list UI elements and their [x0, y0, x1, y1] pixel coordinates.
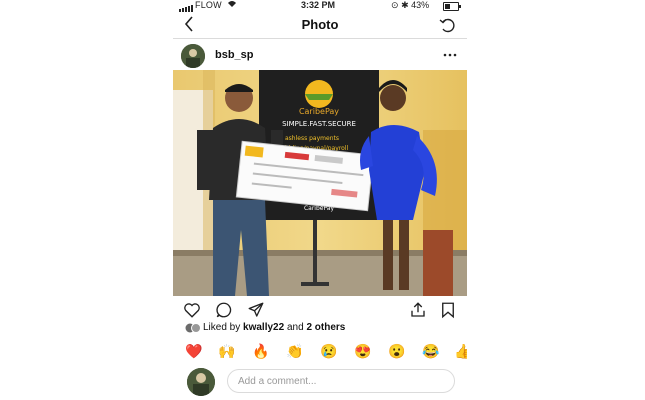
likes-prefix: Liked by [203, 322, 244, 333]
battery-icon [443, 2, 461, 11]
upload-button[interactable] [409, 301, 427, 319]
heart-icon [184, 303, 200, 318]
nav-bar: Photo [173, 12, 467, 39]
carrier-name: FLOW [195, 0, 222, 10]
battery-level [445, 4, 450, 9]
emoji-bar: ❤️ 🙌 🔥 👏 😢 😍 😮 😂 👍 [173, 340, 467, 362]
avatar[interactable] [181, 44, 205, 68]
refresh-button[interactable] [439, 16, 457, 34]
comment-composer: Add a comment... [173, 366, 467, 400]
status-time: 3:32 PM [301, 0, 336, 10]
banner-brand: CaribePay [299, 107, 339, 116]
battery-percent: 43% [411, 0, 430, 10]
likes-summary: Liked by kwally22 and 2 others [173, 322, 467, 336]
phone-screen: FLOW 3:32 PM ⊙ ✱ 43% Photo bsb_sp Caribe… [173, 0, 467, 400]
upload-icon [411, 302, 425, 317]
comment-button[interactable] [215, 301, 233, 319]
emoji-cry[interactable]: 😢 [320, 342, 338, 360]
signal-icon [179, 2, 194, 12]
like-button[interactable] [183, 301, 201, 319]
post-image: CaribePay SIMPLE.FAST.SECURE ashless pay… [173, 70, 467, 296]
liker-username[interactable]: kwally22 [243, 322, 284, 333]
likes-others[interactable]: 2 others [306, 322, 345, 333]
status-bar: FLOW 3:32 PM ⊙ ✱ 43% [173, 0, 467, 12]
emoji-raised-hands[interactable]: 🙌 [218, 342, 236, 360]
banner-tagline: SIMPLE.FAST.SECURE [282, 120, 356, 128]
bookmark-icon [442, 302, 454, 319]
share-button[interactable] [247, 301, 265, 319]
comment-input[interactable]: Add a comment... [227, 369, 455, 393]
page-title: Photo [301, 17, 339, 32]
emoji-heart[interactable]: ❤️ [185, 342, 203, 360]
refresh-icon [439, 18, 455, 33]
likes-middle: and [284, 322, 307, 333]
save-button[interactable] [439, 301, 457, 319]
post-photo[interactable]: CaribePay SIMPLE.FAST.SECURE ashless pay… [173, 70, 467, 296]
action-bar [173, 298, 467, 322]
post-username[interactable]: bsb_sp [215, 49, 254, 61]
bluetooth-icon: ✱ [401, 0, 409, 10]
emoji-heart-eyes[interactable]: 😍 [354, 342, 372, 360]
emoji-thumbs-up[interactable]: 👍 [454, 342, 467, 360]
paper-plane-icon [248, 302, 264, 317]
emoji-fire[interactable]: 🔥 [252, 342, 270, 360]
rotation-lock-icon: ⊙ [391, 0, 399, 10]
more-options-button[interactable] [443, 46, 457, 60]
comment-icon [216, 302, 232, 318]
banner-line-1: ashless payments [285, 135, 339, 142]
emoji-laugh[interactable]: 😂 [422, 342, 440, 360]
wifi-icon [227, 0, 237, 10]
liker-avatars [185, 323, 201, 333]
viewer-avatar[interactable] [187, 368, 215, 396]
emoji-surprised[interactable]: 😮 [388, 342, 406, 360]
status-right: ⊙ ✱ 43% [391, 0, 429, 11]
emoji-clap[interactable]: 👏 [286, 342, 304, 360]
likes-text: Liked by kwally22 and 2 others [203, 322, 345, 333]
more-horizontal-icon [443, 53, 457, 57]
post-header: bsb_sp [173, 40, 467, 70]
